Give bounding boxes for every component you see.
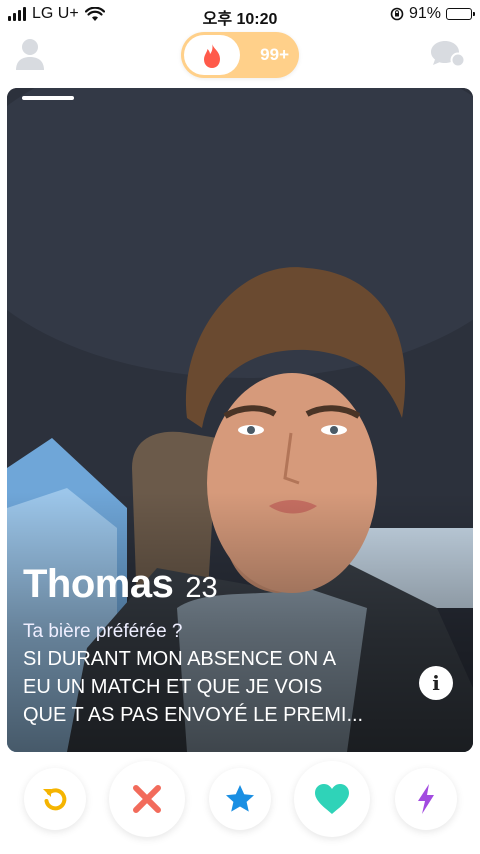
photo-progress-indicator [22, 96, 74, 100]
app-header: 99+ [0, 28, 480, 88]
close-icon [133, 785, 161, 813]
discovery-toggle[interactable]: 99+ [181, 32, 299, 78]
profile-card[interactable]: Thomas 23 Ta bière préférée ? SI DURANT … [7, 88, 473, 752]
battery-icon [446, 8, 475, 20]
nope-button[interactable] [109, 761, 185, 837]
flame-icon [204, 43, 220, 68]
rewind-icon [43, 788, 67, 811]
toggle-knob [184, 35, 240, 75]
superlike-button[interactable] [209, 768, 271, 830]
star-icon [226, 785, 254, 812]
profile-name: Thomas [23, 562, 174, 606]
profile-age: 23 [185, 572, 218, 604]
messages-button[interactable] [430, 38, 466, 70]
status-right: 91% [390, 5, 475, 23]
bio-answer-line-2: EU UN MATCH ET QUE JE VOIS [23, 676, 323, 698]
notification-count: 99+ [260, 45, 289, 64]
like-button[interactable] [294, 761, 370, 837]
bio-answer-line-1: SI DURANT MON ABSENCE ON A [23, 648, 337, 670]
info-button[interactable]: i [419, 666, 453, 700]
profile-button[interactable] [14, 36, 46, 72]
battery-percent: 91% [408, 5, 441, 22]
bio-answer-line-3: QUE T AS PAS ENVOYÉ LE PREMI... [23, 704, 364, 726]
heart-icon [315, 784, 349, 814]
bio-question: Ta bière préférée ? [23, 621, 183, 642]
boost-button[interactable] [395, 768, 457, 830]
rewind-button[interactable] [24, 768, 86, 830]
lightning-icon [418, 784, 434, 814]
profile-bio: Ta bière préférée ? SI DURANT MON ABSENC… [23, 618, 403, 729]
info-icon: i [432, 671, 440, 695]
profile-icon [16, 39, 44, 70]
name-row: Thomas 23 [23, 562, 218, 607]
status-bar: LG U+ 오후 10:20 91% [0, 0, 480, 28]
orientation-lock-icon [390, 7, 404, 21]
messages-icon [431, 41, 466, 68]
